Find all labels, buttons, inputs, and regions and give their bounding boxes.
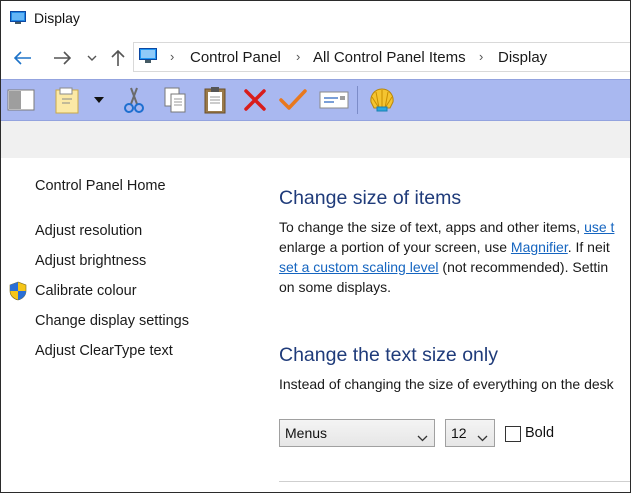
shell-icon[interactable] [367,85,397,115]
chevron-down-icon [477,429,488,445]
custom-scaling-link[interactable]: set a custom scaling level [279,259,439,275]
panel-layout-icon[interactable] [6,85,36,115]
dropdown-arrow-icon[interactable] [89,85,109,115]
main-content: Change size of items To change the size … [279,158,630,492]
breadcrumb-chevron-icon[interactable]: › [479,49,483,64]
size-heading: Change size of items [279,187,462,209]
paste-icon[interactable] [200,85,230,115]
size-text-2b: . If neit [567,239,610,255]
use-link[interactable]: use t [584,219,614,235]
title-bar: Display [1,1,630,37]
new-folder-icon[interactable] [52,85,82,115]
size-text-3: (not recommended). Settin [438,259,609,275]
up-arrow-icon[interactable] [107,47,129,69]
sidebar-item-adjust-cleartype[interactable]: Adjust ClearType text [35,343,173,359]
back-arrow-icon[interactable] [11,47,35,69]
bold-label[interactable]: Bold [525,425,554,441]
breadcrumb-chevron-icon[interactable]: › [296,49,300,64]
address-bar[interactable]: › Control Panel › All Control Panel Item… [133,42,630,72]
text-size-heading: Change the text size only [279,344,498,366]
size-text-line-3: set a custom scaling level (not recommen… [279,257,608,277]
chevron-down-icon [417,429,428,445]
chevron-down-icon[interactable] [85,47,99,69]
forward-arrow-icon[interactable] [50,47,74,69]
sidebar-item-adjust-resolution[interactable]: Adjust resolution [35,223,142,239]
bold-checkbox[interactable] [505,426,521,442]
size-text-line-2: enlarge a portion of your screen, use Ma… [279,237,610,257]
toolbar-separator [357,86,358,114]
size-text-1: To change the size of text, apps and oth… [279,219,585,235]
monitor-icon [139,48,157,64]
sidebar: Control Panel Home Adjust resolution Adj… [1,158,251,492]
display-window: Display › Control Panel › All Control Pa… [0,0,631,493]
copy-icon[interactable] [160,85,190,115]
breadcrumb-chevron-icon: › [170,49,175,64]
sidebar-item-adjust-brightness[interactable]: Adjust brightness [35,253,146,269]
size-text-2: enlarge a portion of your screen, use [279,239,511,255]
sidebar-item-control-panel-home[interactable]: Control Panel Home [35,178,166,194]
sidebar-item-calibrate-colour[interactable]: Calibrate colour [35,283,137,299]
navigation-bar: › Control Panel › All Control Panel Item… [1,37,630,79]
size-text-line-1: To change the size of text, apps and oth… [279,217,614,237]
checkmark-icon[interactable] [278,85,308,115]
text-size-value: 12 [451,425,467,441]
text-size-select[interactable]: 12 [445,419,495,447]
section-divider [279,481,630,482]
delete-icon[interactable] [240,85,270,115]
sidebar-item-change-display-settings[interactable]: Change display settings [35,313,189,329]
command-bar-area [1,121,630,158]
magnifier-link[interactable]: Magnifier [511,239,568,255]
text-item-select[interactable]: Menus [279,419,435,447]
size-text-line-4: on some displays. [279,277,391,297]
text-size-desc-text: Instead of changing the size of everythi… [279,376,614,392]
breadcrumb-all-items[interactable]: All Control Panel Items [313,49,466,66]
toolbar [1,79,630,121]
uac-shield-icon [9,281,27,301]
window-title: Display [34,10,80,26]
text-size-description: Instead of changing the size of everythi… [279,374,614,394]
breadcrumb-control-panel[interactable]: Control Panel [190,49,281,66]
size-text-4: on some displays. [279,279,392,295]
breadcrumb-display[interactable]: Display [498,49,547,66]
cut-icon[interactable] [119,85,149,115]
text-item-value: Menus [285,425,328,441]
rename-icon[interactable] [319,85,349,115]
display-icon [10,11,26,25]
